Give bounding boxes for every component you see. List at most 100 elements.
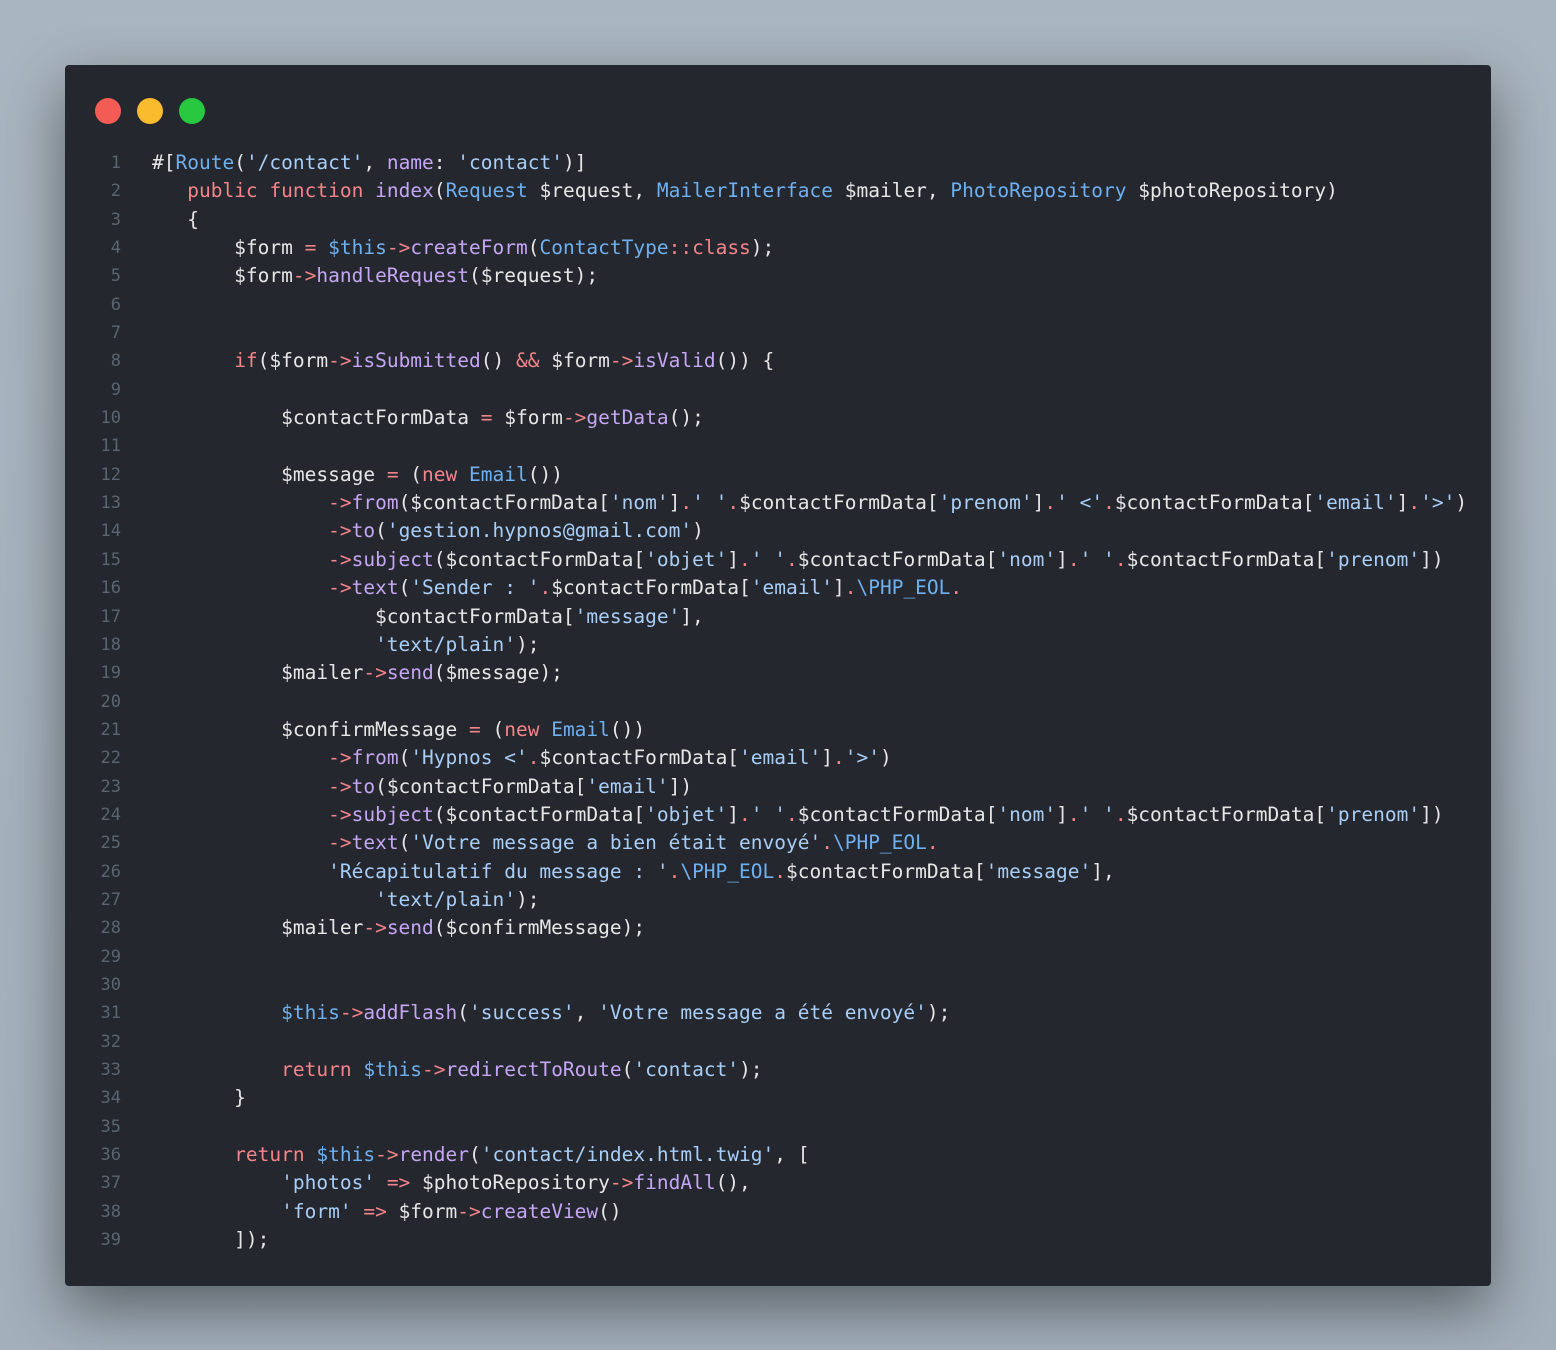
code-token: && (515, 349, 540, 373)
code-line: 36 return $this->render('contact/index.h… (65, 1141, 1491, 1169)
code-token: #[ (152, 151, 176, 174)
line-text: } (152, 1084, 246, 1112)
code-token: -> (328, 831, 352, 855)
code-token: )] (562, 151, 587, 174)
code-token: . (1114, 802, 1127, 826)
code-token: -> (328, 746, 352, 770)
code-line: 7 (65, 319, 1491, 347)
code-token: Request (445, 179, 528, 203)
code-line: 39 ]); (65, 1226, 1491, 1254)
line-number: 20 (100, 691, 121, 712)
code-line: 8 if($form->isSubmitted() && $form->isVa… (65, 347, 1491, 375)
line-number: 38 (100, 1201, 121, 1222)
code-token: 'prenom' (1326, 802, 1421, 826)
code-token: redirectToRoute (445, 1058, 622, 1081)
code-token: ]); (152, 1228, 270, 1252)
code-line: 6 (65, 291, 1491, 319)
line-text: if($form->isSubmitted() && $form->isVali… (152, 347, 774, 375)
code-token: $contactFormData[ (539, 746, 740, 770)
code-token: $photoRepository (410, 1171, 610, 1195)
line-number: 21 (100, 719, 121, 740)
code-token: -> (386, 236, 411, 260)
code-token: 'message' (574, 604, 681, 628)
code-line: 14 ->to('gestion.hypnos@gmail.com') (65, 517, 1491, 545)
code-token: :: (668, 236, 693, 260)
code-token: ] (727, 802, 740, 826)
code-token: . (786, 802, 798, 826)
code-token: . (1408, 491, 1421, 515)
code-line: 3 { (65, 206, 1491, 234)
code-line: 11 (65, 432, 1491, 460)
code-line: 35 (65, 1113, 1491, 1141)
code-token: 'prenom' (1326, 547, 1421, 571)
line-number: 14 (100, 521, 121, 542)
code-line: 23 ->to($contactFormData['email']) (65, 773, 1491, 801)
code-token: ); (515, 632, 540, 656)
code-line: 19 $mailer->send($message); (65, 659, 1491, 687)
code-token: 'email' (1314, 491, 1397, 515)
line-text: $mailer->send($confirmMessage); (152, 914, 645, 942)
line-number: 35 (100, 1116, 121, 1137)
code-token: , (363, 151, 387, 174)
code-token: ($contactFormData[ (433, 802, 646, 826)
code-token: 'gestion.hypnos@gmail.com' (386, 519, 693, 543)
line-number: 10 (100, 408, 121, 429)
code-token: ) (692, 519, 704, 543)
line-number: 36 (100, 1145, 121, 1166)
code-token: new (422, 462, 458, 486)
minimize-window-button[interactable] (137, 98, 163, 124)
code-token: . (844, 576, 857, 600)
code-token: = (386, 462, 399, 486)
code-token: send (386, 916, 434, 940)
code-token: ( (398, 462, 423, 486)
line-number: 22 (100, 748, 121, 769)
line-number: 34 (100, 1088, 121, 1109)
line-text: #[Route('/contact', name: 'contact')] (152, 149, 586, 177)
code-token: 'photos' (281, 1171, 376, 1195)
line-text: return $this->render('contact/index.html… (152, 1141, 810, 1169)
code-token: ' ' (1079, 802, 1115, 826)
code-token: , [ (774, 1143, 810, 1167)
line-number: 5 (110, 266, 121, 287)
code-token: render (398, 1143, 470, 1167)
code-token: 'text/plain' (375, 887, 516, 911)
code-token: send (386, 661, 434, 685)
code-token: $contactFormData[ (551, 576, 751, 600)
code-token: subject (351, 547, 434, 571)
code-token: ($contactFormData[ (398, 491, 610, 515)
code-token: function (269, 179, 364, 203)
code-line: 16 ->text('Sender : '.$contactFormData['… (65, 574, 1491, 602)
maximize-window-button[interactable] (179, 98, 205, 124)
line-text: { (152, 206, 199, 234)
line-number: 27 (100, 889, 121, 910)
code-token: ( (234, 151, 246, 174)
code-token: ); (750, 236, 775, 260)
code-token: . (950, 576, 963, 600)
close-window-button[interactable] (95, 98, 121, 124)
code-token: ()) { (715, 349, 775, 373)
code-token: ($contactFormData[ (433, 547, 646, 571)
code-token: ()) (609, 717, 646, 741)
code-token: 'Récapitulatif du message : ' (328, 859, 669, 883)
code-token: . (527, 746, 540, 770)
code-token: ( (480, 717, 505, 741)
code-token: ( (621, 1058, 634, 1081)
line-number: 32 (100, 1031, 121, 1052)
code-token: subject (351, 802, 434, 826)
code-token: return (234, 1143, 305, 1167)
code-token: . (539, 576, 552, 600)
code-line: 10 $contactFormData = $form->getData(); (65, 404, 1491, 432)
code-token: ' ' (692, 491, 728, 515)
code-token: return (281, 1058, 352, 1081)
code-token: : (433, 151, 458, 174)
line-text: ->from($contactFormData['nom'].' '.$cont… (152, 489, 1467, 517)
code-token: () (598, 1199, 622, 1223)
code-editor: 1 #[Route('/contact', name: 'contact')] 2 … (65, 149, 1491, 1254)
